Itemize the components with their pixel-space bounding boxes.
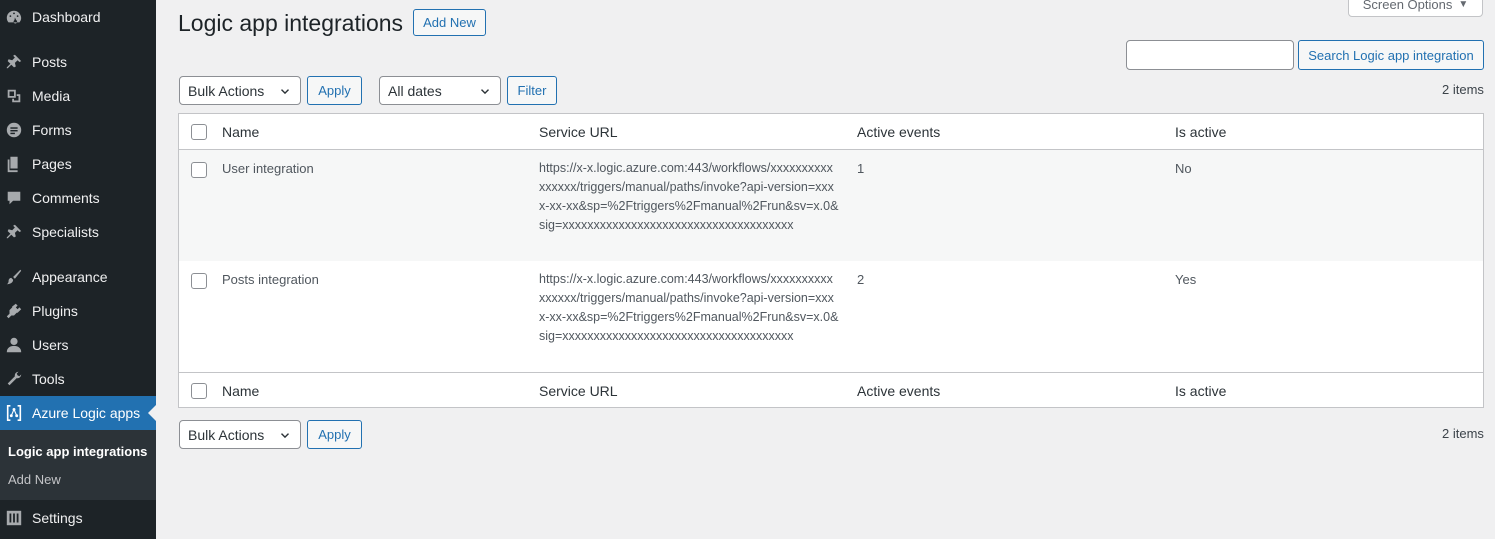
row-is-active: No [1175,161,1192,176]
search-button[interactable]: Search Logic app integration [1298,40,1484,70]
chevron-down-icon [481,88,489,94]
chevron-down-icon [281,432,289,438]
chevron-down-icon [281,88,289,94]
column-header-service-url: Service URL [539,382,618,399]
comment-icon [4,188,24,208]
sidebar-item-posts[interactable]: Posts [0,45,156,79]
sidebar-submenu: Logic app integrations Add New [0,430,156,500]
sidebar-item-label: Pages [32,156,72,172]
sidebar-item-dashboard[interactable]: Dashboard [0,0,156,34]
sidebar-item-label: Media [32,88,71,104]
row-service-url: https://x-x.logic.azure.com:443/workflow… [539,272,839,343]
logic-apps-icon [4,403,24,423]
bulk-actions-select[interactable]: Bulk Actions [179,76,301,105]
sidebar-item-label: Tools [32,371,65,387]
column-header-service-url: Service URL [539,123,618,140]
sidebar-item-appearance[interactable]: Appearance [0,260,156,294]
sidebar-item-azure-logic-apps[interactable]: Azure Logic apps [0,396,156,430]
screen-options-label: Screen Options [1362,0,1453,12]
items-count-bottom: 2 items [1442,426,1484,441]
sidebar-item-label: Azure Logic apps [32,405,141,421]
add-new-button[interactable]: Add New [413,9,486,36]
sidebar-item-label: Forms [32,122,72,138]
date-filter-select[interactable]: All dates [379,76,501,105]
column-header-is-active: Is active [1175,382,1227,399]
sidebar-item-tools[interactable]: Tools [0,362,156,396]
row-name-link[interactable]: Posts integration [222,272,319,287]
sidebar-item-users[interactable]: Users [0,328,156,362]
integrations-table: Name Service URL Active events Is active… [178,113,1484,408]
plugin-icon [4,301,24,321]
column-header-name[interactable]: Name [222,383,259,399]
table-row: User integration https://x-x.logic.azure… [179,150,1483,261]
select-all-checkbox[interactable] [191,124,207,140]
admin-sidebar: Dashboard Posts Media Forms Pages Commen… [0,0,156,539]
table-header: Name Service URL Active events Is active [179,114,1483,150]
bulk-actions-select-bottom[interactable]: Bulk Actions [179,420,301,449]
filter-button[interactable]: Filter [507,76,557,105]
bulk-actions-value: Bulk Actions [188,82,265,99]
media-icon [4,86,24,106]
column-header-name[interactable]: Name [222,124,259,140]
sidebar-item-label: Plugins [32,303,78,319]
row-active-events: 1 [857,161,865,176]
sidebar-item-label: Dashboard [32,9,101,25]
forms-icon [4,120,24,140]
pin-icon [4,222,24,242]
caret-down-icon: ▼ [1458,0,1469,10]
row-name-link[interactable]: User integration [222,161,314,176]
column-header-active-events: Active events [857,382,941,399]
submenu-item-logic-app-integrations[interactable]: Logic app integrations [8,444,147,459]
row-service-url: https://x-x.logic.azure.com:443/workflow… [539,161,839,232]
sidebar-item-label: Settings [32,510,83,526]
sidebar-item-settings[interactable]: Settings [0,501,156,535]
date-filter-value: All dates [388,82,442,99]
apply-button-bottom[interactable]: Apply [307,420,362,449]
items-count: 2 items [1442,82,1484,97]
dashboard-icon [4,7,24,27]
sidebar-item-plugins[interactable]: Plugins [0,294,156,328]
sidebar-item-label: Users [32,337,69,353]
sidebar-item-forms[interactable]: Forms [0,113,156,147]
table-row: Posts integration https://x-x.logic.azur… [179,261,1483,372]
sidebar-item-label: Comments [32,190,100,206]
sidebar-item-specialists[interactable]: Specialists [0,215,156,249]
sidebar-item-pages[interactable]: Pages [0,147,156,181]
pin-icon [4,52,24,72]
row-checkbox[interactable] [191,162,207,178]
column-header-active-events: Active events [857,123,941,140]
row-checkbox[interactable] [191,273,207,289]
pages-icon [4,154,24,174]
sidebar-item-media[interactable]: Media [0,79,156,113]
submenu-item-add-new[interactable]: Add New [8,472,61,487]
wrench-icon [4,369,24,389]
settings-icon [4,508,24,528]
apply-button[interactable]: Apply [307,76,362,105]
page-title: Logic app integrations [178,10,404,36]
user-icon [4,335,24,355]
sidebar-item-label: Posts [32,54,68,70]
row-is-active: Yes [1175,272,1197,287]
brush-icon [4,267,24,287]
screen-options-button[interactable]: Screen Options ▼ [1348,0,1483,17]
bulk-actions-value: Bulk Actions [188,426,265,443]
search-input[interactable] [1126,40,1294,70]
row-active-events: 2 [857,272,865,287]
sidebar-item-comments[interactable]: Comments [0,181,156,215]
table-footer: Name Service URL Active events Is active [179,372,1483,408]
select-all-checkbox[interactable] [191,383,207,399]
column-header-is-active: Is active [1175,123,1227,140]
sidebar-item-label: Specialists [32,224,99,240]
sidebar-item-label: Appearance [32,269,108,285]
